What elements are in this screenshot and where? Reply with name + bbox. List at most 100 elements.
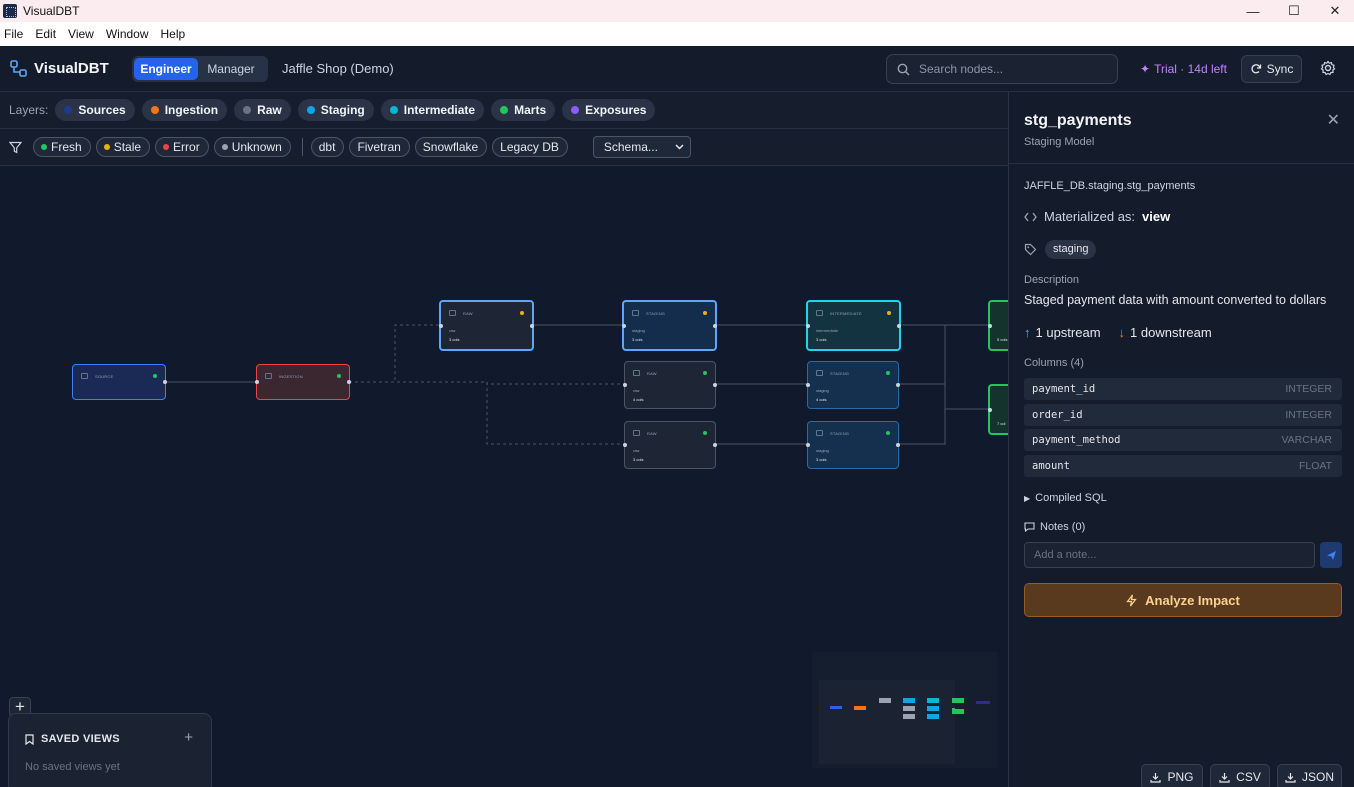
layer-chip-ingestion[interactable]: Ingestion xyxy=(141,99,228,121)
layer-chip-intermediate[interactable]: Intermediate xyxy=(380,99,485,121)
node-port xyxy=(347,380,351,384)
node-icon xyxy=(816,430,823,436)
minimap-node xyxy=(927,706,939,711)
details-header: stg_payments Staging Model ✕ xyxy=(1009,92,1354,164)
compiled-sql-toggle[interactable]: ▶ Compiled SQL xyxy=(1024,492,1107,504)
layer-chip-exposures[interactable]: Exposures xyxy=(562,99,656,121)
column-type: INTEGER xyxy=(1285,383,1332,395)
menu-window[interactable]: Window xyxy=(102,27,153,41)
model-path: JAFFLE_DB.staging.stg_payments xyxy=(1024,180,1196,192)
manager-mode-button[interactable]: Manager xyxy=(198,58,264,80)
send-note-button[interactable] xyxy=(1320,542,1342,568)
menu-view[interactable]: View xyxy=(64,27,98,41)
node-status-dot xyxy=(153,374,157,378)
node-icon xyxy=(81,373,88,379)
app-logo[interactable]: VisualDBT xyxy=(10,60,109,77)
node-raw[interactable]: RAW raw 3 cols xyxy=(439,300,534,351)
minimap[interactable] xyxy=(819,680,955,764)
node-status-dot xyxy=(886,371,890,375)
node-staging-selected[interactable]: STAGING staging 3 cols xyxy=(622,300,717,351)
node-intermediate[interactable]: INTERMEDIATE intermediate 3 cols xyxy=(806,300,901,351)
gear-icon[interactable] xyxy=(1320,60,1336,76)
layer-label: Exposures xyxy=(585,103,647,117)
node-status-dot xyxy=(703,311,707,315)
minimap-node xyxy=(903,706,915,711)
saved-views-title: SAVED VIEWS xyxy=(41,733,120,745)
arrow-down-icon: ↓ xyxy=(1118,325,1126,340)
node-raw[interactable]: RAW raw 4 cols xyxy=(623,361,717,409)
node-label: STAGING xyxy=(646,311,666,316)
node-port xyxy=(713,323,717,328)
export-csv-button[interactable]: CSV xyxy=(1210,764,1270,787)
tool-filter-legacy-db[interactable]: Legacy DB xyxy=(492,137,568,157)
layer-bar: Layers: Sources Ingestion Raw Staging In… xyxy=(0,92,1008,129)
saved-views-panel: SAVED VIEWS + No saved views yet xyxy=(8,713,212,787)
status-filter-unknown[interactable]: Unknown xyxy=(213,137,291,157)
column-name: order_id xyxy=(1032,409,1083,421)
node-label: RAW xyxy=(463,311,473,316)
node-raw[interactable]: RAW raw 3 cols xyxy=(623,421,717,469)
layer-label: Intermediate xyxy=(403,103,476,117)
node-icon xyxy=(633,430,640,436)
menu-help[interactable]: Help xyxy=(157,27,190,41)
node-schema: staging xyxy=(632,328,645,333)
note-input[interactable] xyxy=(1024,542,1315,568)
tool-filter-fivetran[interactable]: Fivetran xyxy=(349,137,410,157)
layers-label: Layers: xyxy=(9,103,49,117)
export-json-button[interactable]: JSON xyxy=(1277,764,1342,787)
minimap-node xyxy=(952,698,964,703)
layer-chip-marts[interactable]: Marts xyxy=(491,99,556,121)
sparkle-icon: ✦ xyxy=(1140,62,1151,76)
tool-filter-dbt[interactable]: dbt xyxy=(310,137,345,157)
tool-filter-snowflake[interactable]: Snowflake xyxy=(414,137,488,157)
mode-toggle: Engineer Manager xyxy=(132,56,268,82)
edge xyxy=(898,409,946,445)
schema-select[interactable]: Schema... xyxy=(592,136,691,158)
trial-badge[interactable]: ✦ Trial · 14d left xyxy=(1140,62,1227,76)
saved-views-header: SAVED VIEWS xyxy=(25,733,120,745)
lineage-canvas[interactable]: SOURCE INGESTION RAW raw 3 cols STAGING … xyxy=(0,166,1008,787)
column-row: order_id INTEGER xyxy=(1024,404,1342,426)
send-icon xyxy=(1326,550,1336,560)
maximize-icon[interactable]: ☐ xyxy=(1274,0,1314,22)
node-mart[interactable]: 5 cols xyxy=(988,300,1008,351)
node-staging[interactable]: STAGING staging 3 cols xyxy=(806,421,900,469)
node-staging[interactable]: STAGING staging 4 cols xyxy=(806,361,900,409)
node-ingestion[interactable]: INGESTION xyxy=(255,364,351,400)
analyze-impact-button[interactable]: Analyze Impact xyxy=(1024,583,1342,617)
minimize-icon[interactable]: — xyxy=(1233,0,1273,22)
node-icon xyxy=(449,310,456,316)
search-input[interactable] xyxy=(919,62,1099,76)
export-png-button[interactable]: PNG xyxy=(1141,764,1203,787)
filter-label: Error xyxy=(173,140,200,154)
description-text: Staged payment data with amount converte… xyxy=(1024,293,1327,307)
status-filter-stale[interactable]: Stale xyxy=(95,137,151,157)
close-icon[interactable]: ✕ xyxy=(1327,110,1340,130)
layer-chip-staging[interactable]: Staging xyxy=(297,99,374,121)
node-source[interactable]: SOURCE xyxy=(72,364,167,400)
sync-button[interactable]: Sync xyxy=(1241,55,1302,83)
upstream-link[interactable]: ↑ 1 upstream xyxy=(1024,325,1101,340)
layer-chip-raw[interactable]: Raw xyxy=(234,99,291,121)
add-saved-view-button[interactable]: + xyxy=(184,729,193,746)
engineer-mode-button[interactable]: Engineer xyxy=(134,58,198,80)
node-port xyxy=(713,443,717,447)
status-filter-error[interactable]: Error xyxy=(155,137,209,157)
layer-dot xyxy=(150,106,159,114)
node-mart[interactable]: 7 col xyxy=(988,384,1008,435)
layer-chip-sources[interactable]: Sources xyxy=(55,99,135,121)
menu-edit[interactable]: Edit xyxy=(31,27,60,41)
downstream-link[interactable]: ↓ 1 downstream xyxy=(1119,325,1212,340)
node-status-dot xyxy=(703,371,707,375)
close-window-icon[interactable]: ✕ xyxy=(1315,0,1354,22)
downstream-count: 1 downstream xyxy=(1130,325,1212,340)
tag-chip[interactable]: staging xyxy=(1045,240,1097,259)
node-port xyxy=(255,380,259,384)
layer-label: Sources xyxy=(78,103,126,117)
node-icon xyxy=(632,310,639,316)
status-filter-fresh[interactable]: Fresh xyxy=(33,137,91,157)
edge xyxy=(349,324,440,383)
layer-dot xyxy=(64,106,73,114)
menu-file[interactable]: File xyxy=(0,27,27,41)
minimap-node xyxy=(903,714,915,719)
